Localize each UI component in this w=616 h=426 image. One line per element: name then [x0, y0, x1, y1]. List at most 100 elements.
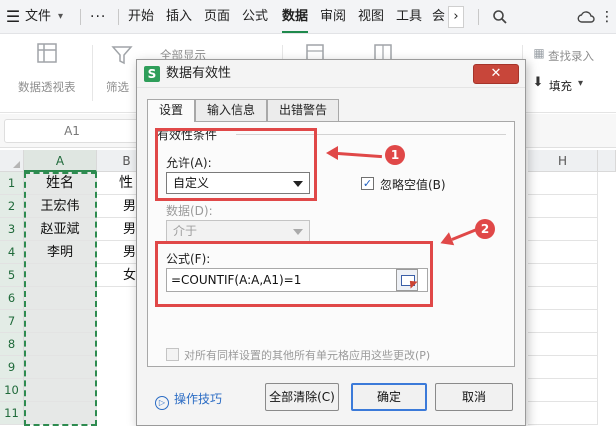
clear-all-button[interactable]: 全部清除(C) [265, 383, 339, 411]
formula-label: 公式(F): [166, 252, 211, 266]
menu-divider [80, 9, 81, 25]
ribbon-divider [92, 45, 93, 101]
cell-h11[interactable] [528, 402, 598, 425]
menu-bar: ☰ 文件 ▾ ··· 开始 插入 页面 公式 数据 审阅 视图 工具 会 › ⋮ [0, 0, 616, 34]
tab-formula[interactable]: 公式 [242, 0, 268, 34]
row-header-11[interactable]: 11 [0, 402, 24, 425]
cell-a8[interactable] [24, 333, 97, 356]
annotation-badge-2: 2 [475, 219, 495, 239]
fill-label[interactable]: 填充 [549, 78, 572, 94]
ignore-blank-label[interactable]: 忽略空值(B) [380, 176, 446, 193]
validation-criteria-heading: 有效性条件 [157, 126, 222, 143]
filter-icon[interactable] [110, 45, 134, 71]
filter-label[interactable]: 筛选 [106, 79, 129, 95]
group-divider [236, 134, 506, 135]
hamburger-menu-icon[interactable]: ☰ [4, 0, 22, 34]
select-all-corner[interactable] [0, 150, 24, 172]
row-header-7[interactable]: 7 [0, 310, 24, 333]
cell-h10[interactable] [528, 379, 598, 402]
find-entry-icon[interactable]: ▦ [532, 46, 546, 60]
menu-divider [118, 9, 119, 25]
app-logo-icon: S [144, 66, 160, 82]
cell-h2[interactable] [528, 195, 598, 218]
cell-h7[interactable] [528, 310, 598, 333]
column-header-i[interactable] [598, 150, 616, 172]
more-icon[interactable]: ··· [90, 0, 106, 34]
cell-a5[interactable] [24, 264, 97, 287]
tab-data[interactable]: 数据 [282, 0, 308, 34]
tab-home[interactable]: 开始 [128, 0, 154, 34]
cancel-button[interactable]: 取消 [435, 383, 513, 411]
cell-a9[interactable] [24, 356, 97, 379]
data-dropdown[interactable]: 介于 [166, 220, 310, 242]
row-header-10[interactable]: 10 [0, 379, 24, 402]
fill-icon[interactable]: ⬇ [530, 75, 546, 90]
allow-label: 允许(A): [166, 156, 212, 170]
row-header-5[interactable]: 5 [0, 264, 24, 287]
cell-h4[interactable] [528, 241, 598, 264]
dialog-titlebar[interactable]: S 数据有效性 ✕ [137, 60, 525, 88]
pivot-table-label[interactable]: 数据透视表 [18, 79, 76, 95]
chevron-down-icon[interactable]: ▾ [58, 0, 63, 34]
cell-a11[interactable] [24, 402, 97, 425]
cell-h8[interactable] [528, 333, 598, 356]
cell-a4[interactable]: 李明 [24, 241, 97, 264]
tab-error-alert[interactable]: 出错警告 [267, 99, 339, 121]
column-header-h[interactable]: H [528, 150, 598, 172]
tab-view[interactable]: 视图 [358, 0, 384, 34]
ignore-blank-checkbox[interactable]: ✓ [361, 177, 374, 190]
cell-a3[interactable]: 赵亚斌 [24, 218, 97, 241]
name-box[interactable]: A1 [4, 119, 140, 143]
cell-a1[interactable]: 姓名 [24, 172, 97, 195]
play-icon: ▷ [155, 396, 169, 410]
row-header-2[interactable]: 2 [0, 195, 24, 218]
row-header-6[interactable]: 6 [0, 287, 24, 310]
row-header-3[interactable]: 3 [0, 218, 24, 241]
data-validation-dialog: S 数据有效性 ✕ 设置 输入信息 出错警告 有效性条件 允许(A): 自定义 … [136, 59, 526, 426]
annotation-badge-1: 1 [385, 145, 405, 165]
apply-all-checkbox[interactable] [166, 348, 179, 361]
row-header-1[interactable]: 1 [0, 172, 24, 195]
ok-button[interactable]: 确定 [351, 383, 427, 411]
apply-all-label[interactable]: 对所有同样设置的其他所有单元格应用这些更改(P) [184, 347, 430, 363]
annotation-arrowhead-1 [326, 146, 338, 160]
menu-divider [478, 9, 479, 25]
cloud-sync-icon[interactable] [576, 0, 596, 34]
row-header-4[interactable]: 4 [0, 241, 24, 264]
tab-input-message[interactable]: 输入信息 [195, 99, 267, 121]
cell-a7[interactable] [24, 310, 97, 333]
formula-input[interactable]: =COUNTIF(A:A,A1)=1 [166, 268, 428, 292]
cell-h9[interactable] [528, 356, 598, 379]
tab-page[interactable]: 页面 [204, 0, 230, 34]
row-header-9[interactable]: 9 [0, 356, 24, 379]
pivot-table-icon[interactable] [34, 41, 60, 71]
cell-a6[interactable] [24, 287, 97, 310]
tab-member[interactable]: 会 [432, 0, 445, 34]
row-header-8[interactable]: 8 [0, 333, 24, 356]
cell-h6[interactable] [528, 287, 598, 310]
allow-dropdown[interactable]: 自定义 [166, 172, 310, 194]
more-vertical-icon[interactable]: ⋮ [600, 0, 614, 34]
chevron-down-icon [293, 181, 303, 187]
data-dropdown-value: 介于 [173, 224, 198, 238]
cell-h3[interactable] [528, 218, 598, 241]
tab-tools[interactable]: 工具 [396, 0, 422, 34]
chevron-right-icon[interactable]: › [448, 6, 464, 28]
cell-h1[interactable] [528, 172, 598, 195]
column-header-a[interactable]: A [24, 150, 97, 172]
active-tab-indicator [282, 31, 308, 33]
search-icon[interactable] [490, 0, 510, 34]
find-entry-label[interactable]: 查找录入 [548, 48, 594, 64]
cell-a2[interactable]: 王宏伟 [24, 195, 97, 218]
chevron-down-icon[interactable]: ▾ [578, 78, 583, 89]
chevron-down-icon [293, 229, 303, 235]
tips-link[interactable]: ▷ 操作技巧 [155, 390, 222, 410]
cell-a10[interactable] [24, 379, 97, 402]
tab-review[interactable]: 审阅 [320, 0, 346, 34]
file-menu[interactable]: 文件 [25, 0, 51, 34]
tab-settings[interactable]: 设置 [147, 99, 195, 122]
range-select-icon[interactable] [396, 269, 418, 291]
cell-h5[interactable] [528, 264, 598, 287]
tab-insert[interactable]: 插入 [166, 0, 192, 34]
close-button[interactable]: ✕ [473, 64, 519, 84]
